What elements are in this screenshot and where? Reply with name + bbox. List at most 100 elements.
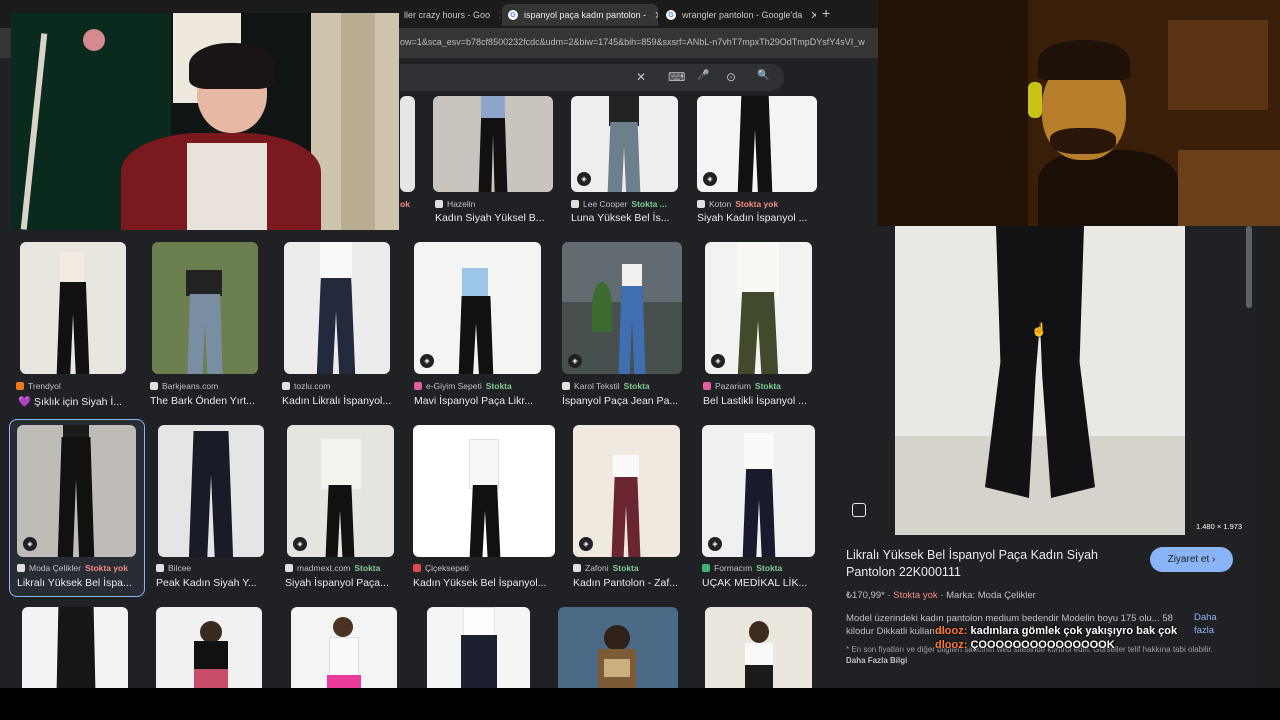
result-thumbnail[interactable] [400, 96, 415, 192]
bottom-bar [0, 688, 1280, 720]
tag-icon: ◈ [579, 537, 593, 551]
stream-chat: dlooz: kadınlara gömlek çok yakışıyro ba… [935, 624, 1177, 652]
result-thumbnail[interactable] [152, 242, 258, 374]
tag-icon: ◈ [711, 354, 725, 368]
result-thumbnail[interactable] [433, 96, 553, 192]
result-thumbnail[interactable] [413, 425, 555, 557]
webcam-right [878, 0, 1280, 226]
scrollbar[interactable] [1246, 226, 1252, 308]
result-title[interactable]: Siyah İspanyol Paça... [285, 577, 395, 589]
result-source: Çiçeksepeti [413, 563, 469, 573]
result-source: ok [400, 199, 410, 209]
result-thumbnail[interactable]: ◈ [562, 242, 682, 374]
preview-meta: ₺170,99* · Stokta yok · Marka: Moda Çeli… [846, 590, 1036, 601]
result-title[interactable]: Mavi İspanyol Paça Likr... [414, 395, 539, 407]
result-title[interactable]: Likralı Yüksek Bel İspa... [17, 577, 136, 589]
search-icon[interactable]: 🔍 [757, 70, 769, 81]
search-bar[interactable]: ✕ ⌨ 🎤 ⊙ 🔍 [400, 64, 784, 91]
tag-icon: ◈ [420, 354, 434, 368]
result-title[interactable]: 💜 Şıklık için Siyah İ... [18, 395, 128, 408]
result-source: Koton Stokta yok [697, 199, 778, 209]
tag-icon: ◈ [23, 537, 37, 551]
result-thumbnail[interactable]: ◈ [414, 242, 541, 374]
tag-icon: ◈ [568, 354, 582, 368]
tag-icon: ◈ [577, 172, 591, 186]
result-thumbnail[interactable] [20, 242, 126, 374]
new-tab-button[interactable]: + [822, 5, 830, 21]
result-title[interactable]: Luna Yüksek Bel İs... [571, 212, 678, 224]
result-thumbnail[interactable] [158, 425, 264, 557]
close-icon[interactable]: ✕ [810, 9, 816, 22]
result-title[interactable]: Kadın Likralı İspanyol... [282, 395, 397, 407]
result-title[interactable]: Peak Kadın Siyah Y... [156, 577, 266, 589]
result-title[interactable]: İspanyol Paça Jean Pa... [562, 395, 682, 407]
visual-search-icon[interactable] [852, 503, 866, 517]
result-source: Lee Cooper Stokta ... [571, 199, 667, 209]
google-icon: G [508, 10, 518, 20]
lens-icon[interactable]: ⊙ [726, 70, 736, 84]
result-thumbnail[interactable]: ◈ [571, 96, 678, 192]
webcam-left [11, 13, 399, 230]
result-source: Karol Tekstil Stokta [562, 381, 650, 391]
result-title[interactable]: Siyah Kadın İspanyol ... [697, 212, 817, 224]
result-thumbnail[interactable]: ◈ [287, 425, 394, 557]
result-title[interactable]: Bel Lastikli İspanyol ... [703, 395, 815, 407]
result-thumbnail[interactable]: ◈ [573, 425, 680, 557]
result-thumbnail[interactable] [427, 607, 530, 688]
tag-icon: ◈ [703, 172, 717, 186]
result-source: Trendyol [16, 381, 61, 391]
stock-status: Stokta yok [893, 590, 938, 601]
result-thumbnail[interactable]: ◈ [702, 425, 815, 557]
tab-crazy-hours[interactable]: ller crazy hours - Goo ✕ [398, 4, 500, 26]
preview-image[interactable]: ☝ [895, 226, 1185, 535]
clear-icon[interactable]: ✕ [636, 70, 646, 84]
tab-label: wrangler pantolon - Google'da [682, 10, 803, 20]
tab-label: ispanyol paça kadın pantolon - [524, 10, 647, 20]
result-thumbnail[interactable] [284, 242, 390, 374]
more-info-link[interactable]: Daha Fazla Bilgi [846, 656, 907, 665]
result-thumbnail[interactable]: ◈ [697, 96, 817, 192]
google-icon: G [666, 10, 676, 20]
mic-icon[interactable]: 🎤 [697, 70, 709, 81]
result-title[interactable]: Kadın Yüksek Bel İspanyol... [413, 577, 555, 589]
result-title[interactable]: The Bark Önden Yırt... [150, 395, 260, 407]
result-thumbnail[interactable] [22, 607, 128, 688]
more-link[interactable]: Daha fazla [1194, 611, 1228, 637]
result-title[interactable]: UÇAK MEDİKAL LİK... [702, 577, 815, 589]
tab-ispanyol[interactable]: G ispanyol paça kadın pantolon - ✕ [502, 4, 658, 26]
result-thumbnail[interactable] [558, 607, 678, 688]
chat-message: dlooz: kadınlara gömlek çok yakışıyro ba… [935, 625, 1178, 637]
result-thumbnail[interactable] [705, 607, 812, 688]
result-source: e-Giyim Sepeti Stokta [414, 381, 512, 391]
close-icon[interactable]: ✕ [654, 9, 658, 22]
keyboard-icon[interactable]: ⌨ [668, 70, 685, 84]
tab-label: ller crazy hours - Goo [404, 10, 491, 20]
cursor-icon: ☝ [1031, 322, 1048, 337]
result-source: Moda Çelikler Stokta yok [17, 563, 128, 573]
image-dimensions: 1.480 × 1.973 [1196, 522, 1243, 531]
tab-wrangler[interactable]: G wrangler pantolon - Google'da ✕ [660, 4, 816, 26]
result-thumbnail[interactable] [156, 607, 262, 688]
tag-icon: ◈ [293, 537, 307, 551]
result-source: Zafoni Stokta [573, 563, 639, 573]
preview-title[interactable]: Likralı Yüksek Bel İspanyol Paça Kadın S… [846, 547, 1146, 581]
result-thumbnail[interactable]: ◈ [17, 425, 136, 557]
result-source: madmext.com Stokta [285, 563, 380, 573]
result-source: Formacım Stokta [702, 563, 782, 573]
result-source: Pazarium Stokta [703, 381, 781, 391]
screen: ller crazy hours - Goo ✕ G ispanyol paça… [0, 0, 1280, 720]
visit-button[interactable]: Ziyaret et › [1150, 547, 1233, 572]
result-title[interactable]: Kadın Pantolon - Zaf... [573, 577, 680, 589]
panel-scroll-track [1256, 226, 1280, 688]
chat-message: dlooz: ÇOOOOOOOOOOOOOOOK [935, 639, 1115, 651]
result-thumbnail[interactable]: ◈ [705, 242, 812, 374]
result-title[interactable]: Kadın Siyah Yüksel B... [435, 212, 555, 224]
result-source: Bilcee [156, 563, 191, 573]
brand: Marka: Moda Çelikler [946, 590, 1036, 601]
result-source: tozlu.com [282, 381, 330, 391]
result-thumbnail[interactable] [291, 607, 397, 688]
tag-icon: ◈ [708, 537, 722, 551]
price: ₺170,99* [846, 590, 885, 601]
url-text[interactable]: ow=1&sca_esv=b78cf8500232fcdc&udm=2&biw=… [400, 37, 880, 47]
close-icon[interactable]: ✕ [498, 9, 500, 22]
